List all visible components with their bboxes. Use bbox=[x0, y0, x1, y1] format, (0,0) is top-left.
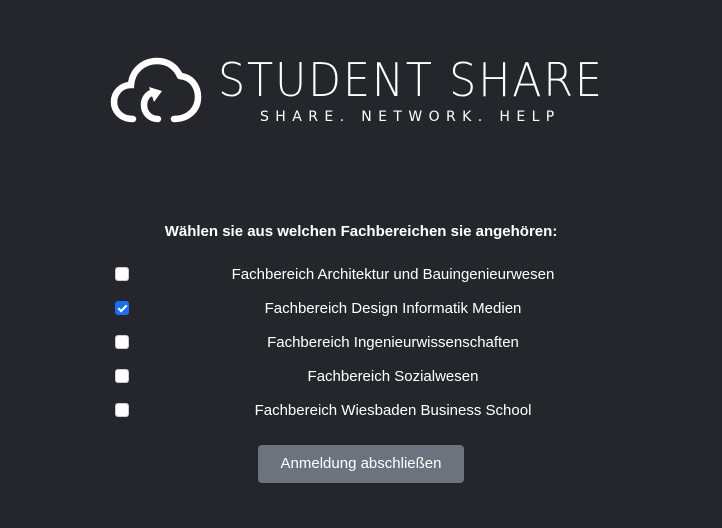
logo-tagline: SHARE. NETWORK. HELP bbox=[260, 109, 561, 125]
department-option-business-school[interactable]: Fachbereich Wiesbaden Business School bbox=[115, 394, 635, 428]
option-label: Fachbereich Ingenieurwissenschaften bbox=[267, 334, 519, 351]
option-label: Fachbereich Architektur und Bauingenieur… bbox=[231, 266, 555, 283]
logo-title: STUDENT SHARE bbox=[218, 53, 604, 107]
department-option-architektur[interactable]: Fachbereich Architektur und Bauingenieur… bbox=[115, 258, 635, 292]
checkbox[interactable] bbox=[115, 301, 129, 315]
department-options: Fachbereich Architektur und Bauingenieur… bbox=[115, 258, 635, 428]
department-option-design-informatik-medien[interactable]: Fachbereich Design Informatik Medien bbox=[115, 292, 635, 326]
department-option-sozialwesen[interactable]: Fachbereich Sozialwesen bbox=[115, 360, 635, 394]
department-prompt: Wählen sie aus welchen Fachbereichen sie… bbox=[164, 223, 558, 240]
option-label: Fachbereich Design Informatik Medien bbox=[264, 300, 522, 317]
department-option-ingenieurwissenschaften[interactable]: Fachbereich Ingenieurwissenschaften bbox=[115, 326, 635, 360]
checkbox[interactable] bbox=[115, 403, 129, 417]
cloud-upload-icon bbox=[110, 57, 202, 123]
checkbox[interactable] bbox=[115, 335, 129, 349]
checkbox[interactable] bbox=[115, 369, 129, 383]
registration-page: STUDENT SHARE SHARE. NETWORK. HELP Wähle… bbox=[0, 0, 722, 528]
option-label: Fachbereich Wiesbaden Business School bbox=[254, 402, 532, 419]
checkbox[interactable] bbox=[115, 267, 129, 281]
student-share-logo: STUDENT SHARE SHARE. NETWORK. HELP bbox=[110, 53, 615, 130]
option-label: Fachbereich Sozialwesen bbox=[307, 368, 479, 385]
complete-registration-button[interactable]: Anmeldung abschließen bbox=[258, 445, 464, 483]
